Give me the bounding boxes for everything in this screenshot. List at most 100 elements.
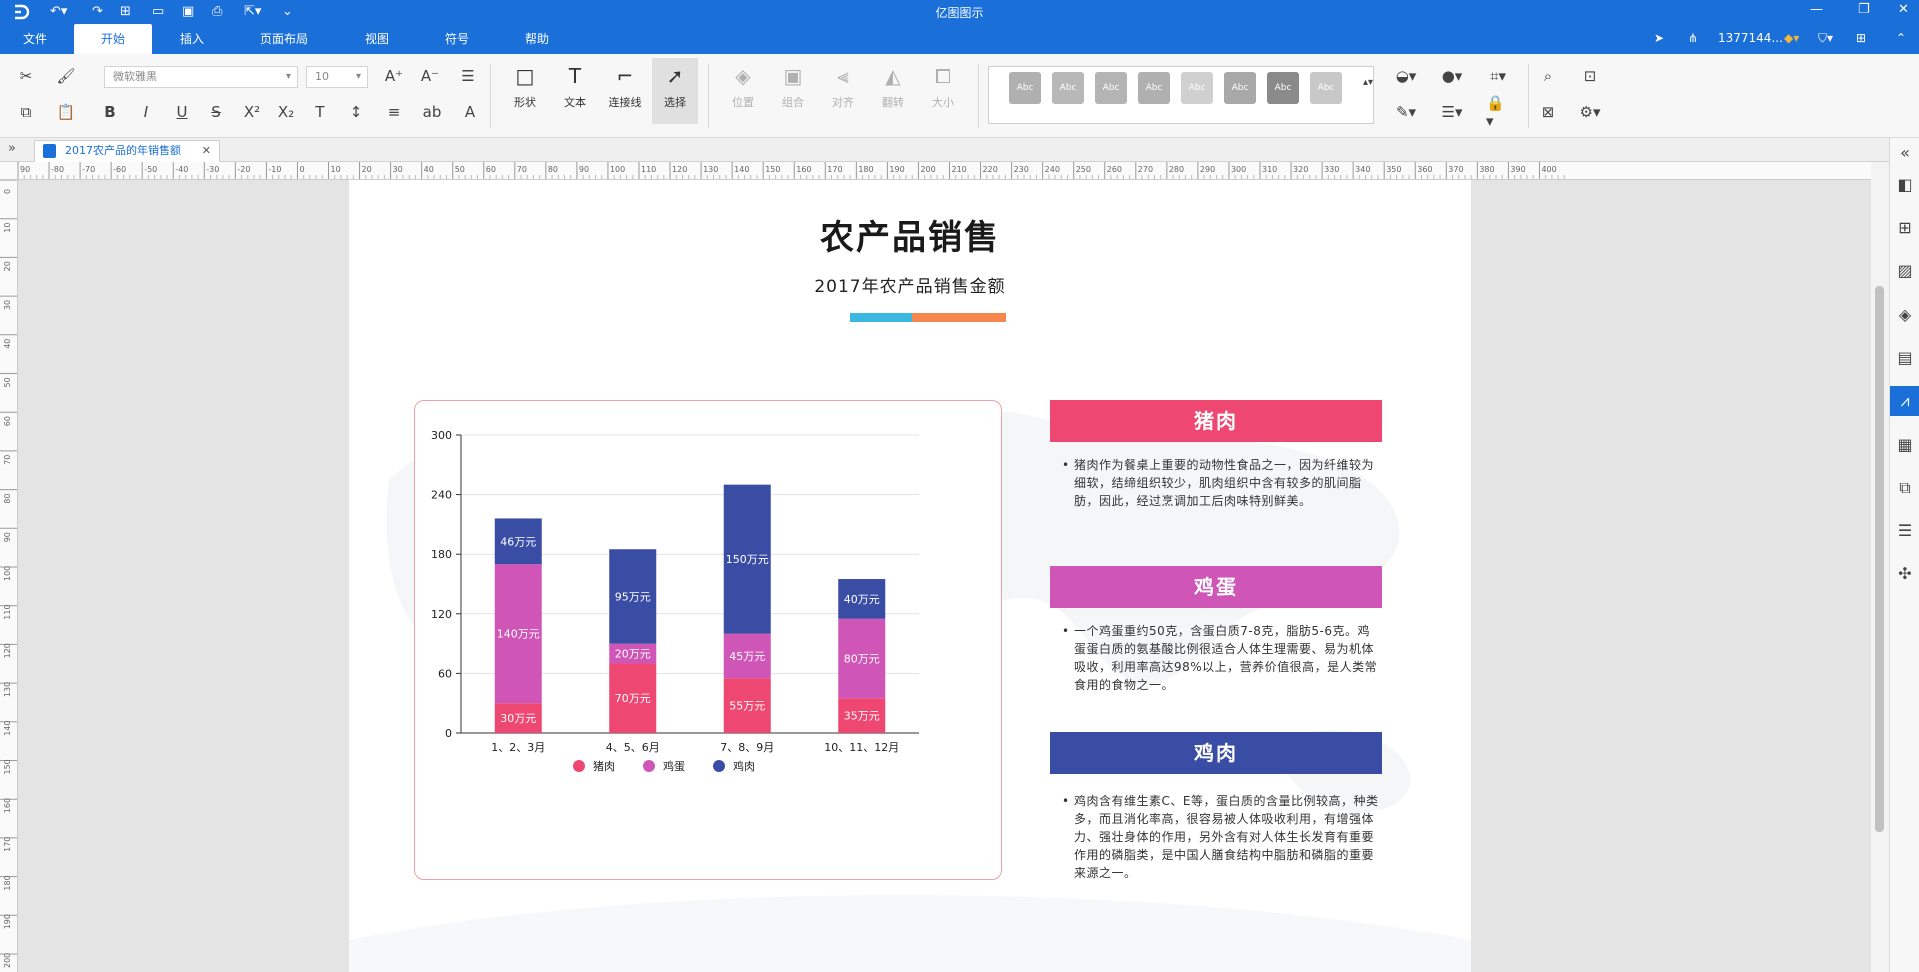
text-align-icon[interactable]: ☰: [456, 64, 480, 88]
lock-icon[interactable]: 🔒▾: [1486, 94, 1510, 130]
style-swatch[interactable]: Abc: [1052, 72, 1084, 104]
search-icon[interactable]: ⌕: [1536, 64, 1560, 88]
shadow-icon[interactable]: ●▾: [1440, 64, 1464, 88]
section-heading-egg[interactable]: 鸡蛋: [1050, 566, 1382, 608]
chart-panel-icon[interactable]: ⩘: [1890, 386, 1919, 416]
page[interactable]: 农产品销售 2017年农产品销售金额 0 60 120 180 240 300 30万元 14…: [349, 180, 1471, 972]
page-subtitle[interactable]: 2017年农产品销售金额: [349, 272, 1471, 297]
fill-bucket-icon[interactable]: ◧: [1890, 170, 1919, 200]
group-tool[interactable]: ▣ 组合: [770, 58, 816, 124]
data-icon[interactable]: ⧉: [1890, 473, 1919, 503]
select-tool[interactable]: ➚ 选择: [652, 58, 698, 124]
menu-file[interactable]: 文件: [10, 24, 60, 54]
increase-font-icon[interactable]: A⁺: [382, 64, 406, 88]
ruler-label: 80: [3, 493, 12, 503]
style-swatch[interactable]: Abc: [1310, 72, 1342, 104]
scrollbar-thumb[interactable]: [1875, 286, 1884, 832]
page-title[interactable]: 农产品销售: [349, 210, 1471, 259]
image-icon[interactable]: ▨: [1890, 256, 1919, 286]
restore-icon[interactable]: ❐: [1858, 2, 1870, 17]
ruler-label: 250: [1076, 165, 1091, 174]
layers-icon[interactable]: ◈: [1890, 300, 1919, 330]
select-all-icon[interactable]: ⊠: [1536, 100, 1560, 124]
bullet-list-icon[interactable]: ≡: [382, 100, 406, 124]
accent-bar-orange[interactable]: [912, 313, 1006, 322]
apps-grid-icon[interactable]: ⊞: [1856, 31, 1866, 45]
menu-insert[interactable]: 插入: [166, 24, 218, 54]
fill-icon[interactable]: ◒▾: [1394, 64, 1418, 88]
menu-view[interactable]: 视图: [352, 24, 402, 54]
library-grid-icon[interactable]: ⊞: [1890, 213, 1919, 243]
bold-icon[interactable]: B: [98, 100, 122, 124]
font-family-select[interactable]: 微软雅黑: [104, 66, 298, 88]
line-color-icon[interactable]: ✎▾: [1394, 100, 1418, 124]
table-icon[interactable]: ▦: [1890, 430, 1919, 460]
section-body-chicken[interactable]: 鸡肉含有维生素C、E等，蛋白质的含量比例较高，种类多，而且消化率高，很容易被人体…: [1062, 792, 1382, 882]
text-case-icon[interactable]: ab: [420, 100, 444, 124]
position-tool[interactable]: ◈ 位置: [720, 58, 766, 124]
theme-shirt-icon[interactable]: ⛉▾: [1818, 31, 1833, 46]
flip-tool[interactable]: ◭ 翻转: [870, 58, 916, 124]
crop-icon[interactable]: ⌗▾: [1486, 64, 1510, 88]
vertical-scrollbar[interactable]: [1871, 162, 1889, 972]
paste-icon[interactable]: 📋: [54, 100, 78, 124]
ribbon-separator: [978, 64, 979, 128]
shape-tool[interactable]: □ 形状: [502, 58, 548, 124]
ruler-label: -40: [175, 165, 188, 174]
legend-marker: [713, 760, 725, 772]
style-swatch[interactable]: Abc: [1267, 72, 1299, 104]
font-color-icon[interactable]: A: [458, 100, 482, 124]
strikethrough-icon[interactable]: S: [204, 100, 228, 124]
menu-home[interactable]: 开始: [74, 24, 152, 54]
vip-diamond-icon[interactable]: ◆▾: [1784, 31, 1799, 45]
superscript-icon[interactable]: X²: [240, 100, 264, 124]
line-spacing-icon[interactable]: ↕: [344, 100, 368, 124]
size-tool[interactable]: ⧠ 大小: [920, 58, 966, 124]
accent-bar-blue[interactable]: [850, 313, 912, 322]
section-body-egg[interactable]: 一个鸡蛋重约50克，含蛋白质7-8克，脂肪5-6克。鸡蛋蛋白质的氨基酸比例很适合…: [1062, 622, 1382, 694]
align-tool[interactable]: ⫷ 对齐: [820, 58, 866, 124]
style-swatch[interactable]: Abc: [1181, 72, 1213, 104]
menu-symbol[interactable]: 符号: [432, 24, 482, 54]
line-style-icon[interactable]: ☰▾: [1440, 100, 1464, 124]
text-style-icon[interactable]: T: [308, 100, 332, 124]
format-painter-icon[interactable]: 🖌: [54, 64, 78, 88]
format-icon[interactable]: ☰: [1890, 516, 1919, 546]
share-icon[interactable]: ⋔: [1688, 31, 1698, 45]
style-swatch[interactable]: Abc: [1095, 72, 1127, 104]
style-swatch[interactable]: Abc: [1224, 72, 1256, 104]
send-icon[interactable]: ➤: [1654, 31, 1664, 45]
user-account[interactable]: 1377144...: [1718, 31, 1783, 45]
close-icon[interactable]: ✕: [1898, 2, 1909, 17]
drawing-canvas[interactable]: 农产品销售 2017年农产品销售金额 0 60 120 180 240 300 30万元 14…: [18, 180, 1871, 972]
connector-tool[interactable]: ⌐ 连接线: [602, 58, 648, 124]
section-heading-chicken[interactable]: 鸡肉: [1050, 732, 1382, 774]
more-tools-icon[interactable]: ⚙▾: [1578, 100, 1602, 124]
document-tab[interactable]: 2017农产品的年销售额 ✕: [34, 140, 220, 162]
text-tool[interactable]: T 文本: [552, 58, 598, 124]
subscript-icon[interactable]: X₂: [274, 100, 298, 124]
section-body-pork[interactable]: 猪肉作为餐桌上重要的动物性食品之一，因为纤维较为细软，结缔组织较少，肌肉组织中含…: [1062, 456, 1382, 510]
menu-help[interactable]: 帮助: [512, 24, 562, 54]
collapse-sidebar-icon[interactable]: «: [1890, 138, 1919, 168]
mindmap-icon[interactable]: ✣: [1890, 559, 1919, 589]
gallery-scroll-icon[interactable]: ▴▾: [1356, 70, 1380, 94]
underline-icon[interactable]: U: [170, 100, 194, 124]
find-replace-icon[interactable]: ⊡: [1578, 64, 1602, 88]
style-swatch[interactable]: Abc: [1009, 72, 1041, 104]
section-heading-pork[interactable]: 猪肉: [1050, 400, 1382, 442]
close-tab-icon[interactable]: ✕: [202, 141, 211, 161]
cut-icon[interactable]: ✂: [14, 64, 38, 88]
expand-panel-icon[interactable]: »: [8, 141, 16, 156]
decrease-font-icon[interactable]: A⁻: [418, 64, 442, 88]
font-size-select[interactable]: 10: [306, 66, 368, 88]
menu-page-layout[interactable]: 页面布局: [248, 24, 320, 54]
collapse-ribbon-icon[interactable]: ⌃: [1896, 31, 1906, 45]
italic-icon[interactable]: I: [134, 100, 158, 124]
copy-icon[interactable]: ⧉: [14, 100, 38, 124]
chart-container[interactable]: 0 60 120 180 240 300 30万元 140万元 46万元 1、2、3月 70万元 20…: [414, 400, 1002, 880]
page-icon[interactable]: ▤: [1890, 343, 1919, 373]
minimize-icon[interactable]: —: [1810, 2, 1823, 17]
style-swatch[interactable]: Abc: [1138, 72, 1170, 104]
stacked-bar-chart[interactable]: 0 60 120 180 240 300 30万元 140万元 46万元 1、2、3月 70万元 20…: [415, 401, 1003, 881]
